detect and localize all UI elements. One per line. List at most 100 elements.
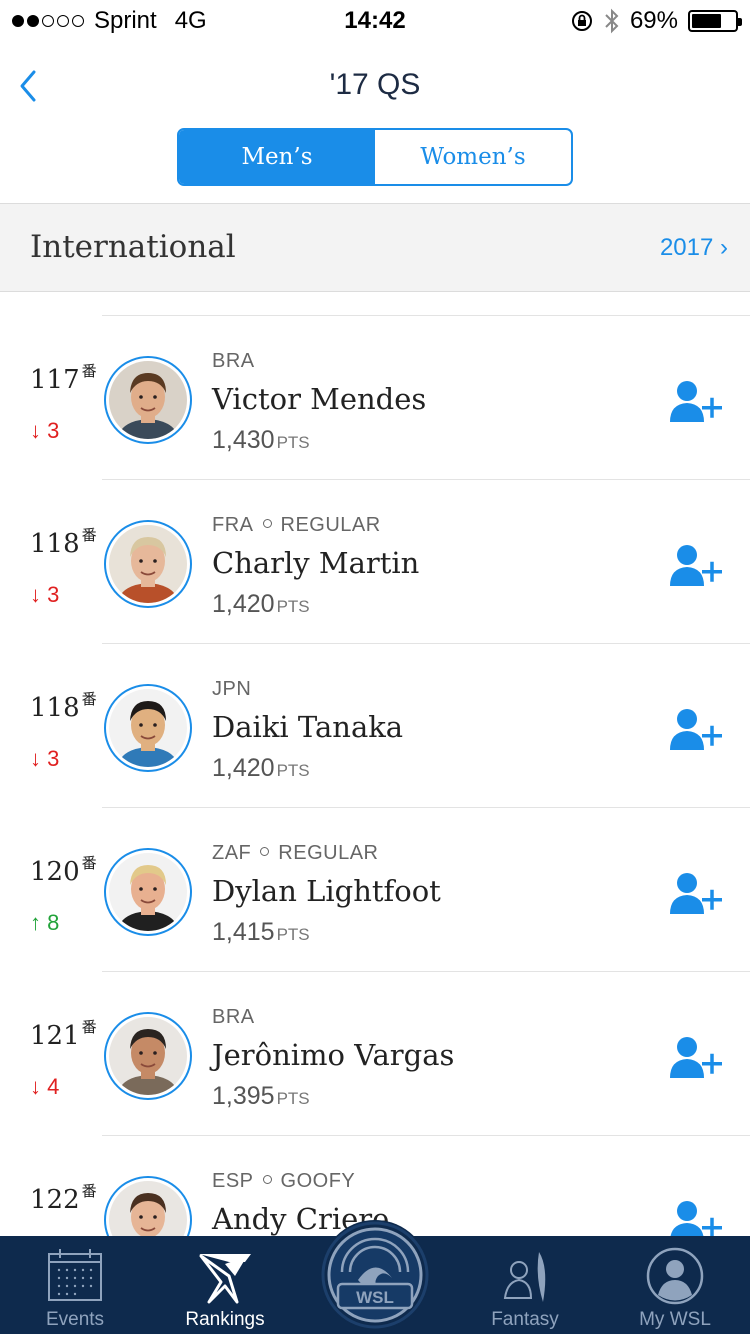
rank-change: ↓ 3 <box>30 418 60 443</box>
section-header: International 2017 › <box>0 204 750 292</box>
avatar[interactable] <box>104 684 192 772</box>
rank-position: 118 番 <box>30 688 97 723</box>
rank-position: 118 番 <box>30 524 97 559</box>
avatar[interactable] <box>104 356 192 444</box>
surfer-meta: ZAF REGULAR <box>212 842 378 865</box>
tab-mens[interactable]: Men’s <box>179 130 375 184</box>
follow-surfer-icon[interactable] <box>670 708 722 750</box>
avatar[interactable] <box>104 520 192 608</box>
page-title: '17 QS <box>329 68 421 101</box>
wsl-logo-icon: WSL <box>321 1221 429 1329</box>
surfer-points: 1,430 PTS <box>212 426 310 455</box>
rank-number: 117 <box>30 365 80 395</box>
rank-position: 121 番 <box>30 1016 97 1051</box>
meta-separator-icon <box>262 1175 272 1184</box>
follow-surfer-icon[interactable] <box>670 380 722 422</box>
points-value: 1,420 <box>212 754 275 782</box>
surfer-name[interactable]: Daiki Tanaka <box>212 710 403 744</box>
avatar[interactable] <box>104 848 192 936</box>
follow-surfer-icon[interactable] <box>670 1036 722 1078</box>
rank-change: ↓ 3 <box>30 582 60 607</box>
meta-separator-icon <box>262 519 272 528</box>
surfer-meta: FRA REGULAR <box>212 514 381 537</box>
rankings-icon <box>199 1254 251 1304</box>
surfer-meta-item: JPN <box>212 678 252 700</box>
follow-surfer-icon[interactable] <box>670 872 722 914</box>
rank-number: 122 <box>30 1185 80 1215</box>
avatar[interactable] <box>104 1012 192 1100</box>
surfer-name[interactable]: Charly Martin <box>212 546 419 580</box>
ranking-row[interactable]: 118 番 ↓ 3 FRA REGULAR Charly Martin 1,420 PTS <box>0 480 750 644</box>
surfer-meta-item: ZAF <box>212 842 252 864</box>
ranking-row[interactable]: 118 番 ↓ 3 JPN Daiki Tanaka 1,420 PTS <box>0 644 750 808</box>
calendar-icon <box>48 1249 102 1301</box>
surfer-meta-item: FRA <box>212 514 254 536</box>
surfer-meta-item: BRA <box>212 1006 255 1028</box>
tab-my-wsl[interactable]: My WSL <box>600 1236 750 1334</box>
points-value: 1,430 <box>212 426 275 454</box>
signal-strength-icon <box>12 15 84 27</box>
ranking-row[interactable]: 117 番 ↓ 3 BRA Victor Mendes 1,430 PTS <box>0 316 750 480</box>
rank-change: ↑ 8 <box>30 910 60 935</box>
tab-bar: Events Rankings WSL Fantasy My WSL <box>0 1220 750 1334</box>
points-value: 1,415 <box>212 918 275 946</box>
wsl-logo-button[interactable]: WSL <box>320 1220 430 1330</box>
carrier-name: Sprint <box>94 7 157 34</box>
tab-events-label: Events <box>45 1309 105 1330</box>
surfer-name[interactable]: Victor Mendes <box>212 382 426 416</box>
surfer-name[interactable]: Jerônimo Vargas <box>212 1038 454 1072</box>
surfer-photo <box>109 361 187 439</box>
surfer-meta-item: BRA <box>212 350 255 372</box>
rank-change: ↓ 3 <box>30 746 60 771</box>
surfer-photo <box>109 689 187 767</box>
surfer-points: 1,420 PTS <box>212 590 310 619</box>
ranking-row[interactable]: 121 番 ↓ 4 BRA Jerônimo Vargas 1,395 PTS <box>0 972 750 1136</box>
surfer-name[interactable]: Dylan Lightfoot <box>212 874 441 908</box>
tab-events[interactable]: Events <box>0 1236 150 1334</box>
points-unit: PTS <box>276 1089 310 1108</box>
gender-segmented-control: Men’s Women’s <box>177 128 573 186</box>
tab-my-wsl-label: My WSL <box>639 1309 711 1330</box>
wsl-logo-text: WSL <box>356 1288 394 1307</box>
tab-fantasy[interactable]: Fantasy <box>450 1236 600 1334</box>
rank-position: 117 番 <box>30 360 97 395</box>
ranking-row[interactable]: 120 番 ↑ 8 ZAF REGULAR Dylan Lightfoot 1,415 PTS <box>0 808 750 972</box>
battery-icon <box>688 10 742 32</box>
rank-change: ↓ 4 <box>30 1074 60 1099</box>
fantasy-icon <box>503 1252 546 1302</box>
surfer-photo <box>109 1181 187 1236</box>
rank-number: 118 <box>30 693 80 723</box>
status-bar: Sprint 4G 14:42 69% <box>0 0 750 40</box>
rankings-list[interactable]: 117 番 ↓ 3 BRA Victor Mendes 1,430 PTS 118 番 ↓ 3 FR… <box>0 293 750 1236</box>
points-unit: PTS <box>276 761 310 780</box>
network-type: 4G <box>174 7 207 34</box>
rank-suffix: 番 <box>81 362 97 380</box>
rank-suffix: 番 <box>81 854 97 872</box>
follow-surfer-icon[interactable] <box>670 544 722 586</box>
surfer-meta-item: REGULAR <box>280 514 381 536</box>
rank-suffix: 番 <box>81 526 97 544</box>
surfer-points: 1,415 PTS <box>212 918 310 947</box>
tab-rankings-label: Rankings <box>185 1309 265 1330</box>
meta-separator-icon <box>260 847 270 856</box>
avatar[interactable] <box>104 1176 192 1236</box>
surfer-meta: BRA <box>212 1006 255 1029</box>
tab-womens[interactable]: Women’s <box>375 130 571 184</box>
section-title: International <box>30 229 236 265</box>
surfer-photo <box>109 525 187 603</box>
rank-position: 122 番 <box>30 1180 97 1215</box>
profile-icon <box>646 1247 704 1305</box>
battery-percent: 69% <box>629 7 678 34</box>
year-selector[interactable]: 2017 › <box>660 234 728 262</box>
rank-number: 118 <box>30 529 80 559</box>
tab-fantasy-label: Fantasy <box>491 1309 559 1330</box>
rank-suffix: 番 <box>81 1018 97 1036</box>
navigation-bar: '17 QS Men’s Women’s <box>0 40 750 204</box>
follow-surfer-icon[interactable] <box>670 1200 722 1236</box>
points-unit: PTS <box>276 433 310 452</box>
points-value: 1,395 <box>212 1082 275 1110</box>
rank-position: 120 番 <box>30 852 97 887</box>
surfer-photo <box>109 1017 187 1095</box>
tab-rankings[interactable]: Rankings <box>150 1236 300 1334</box>
status-left: Sprint 4G <box>12 7 207 35</box>
